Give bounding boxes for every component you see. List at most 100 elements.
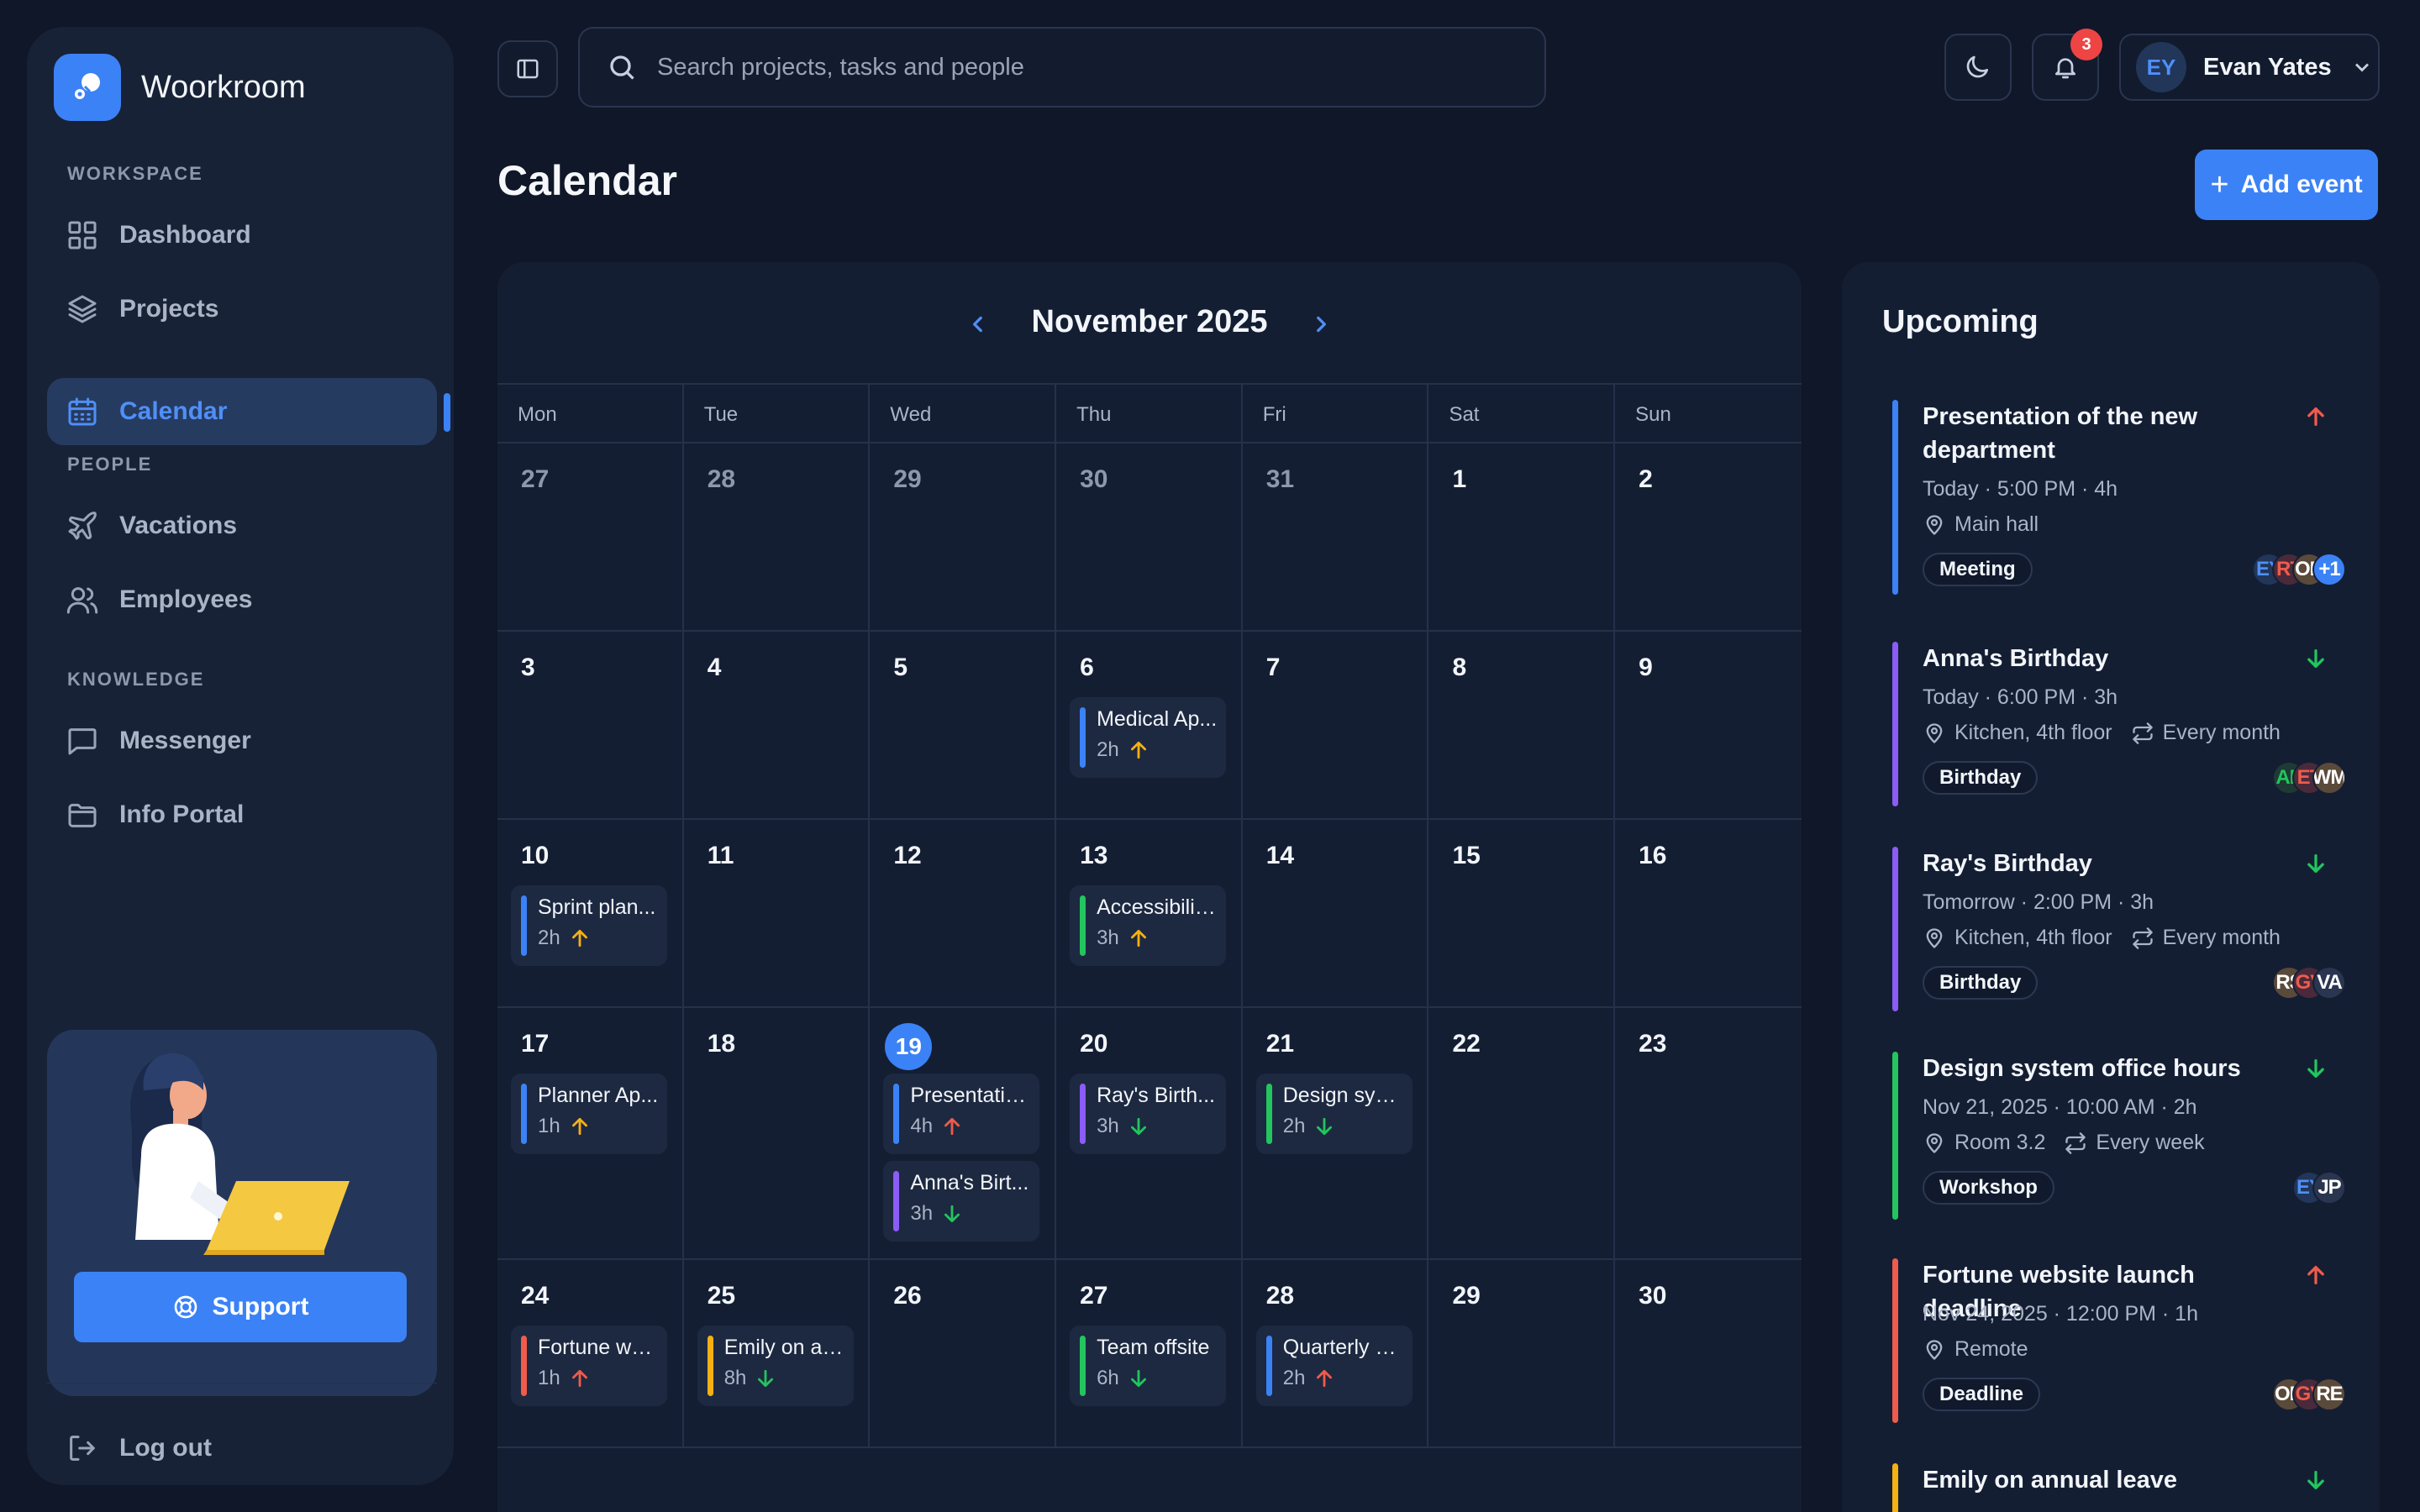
calendar-event[interactable]: Anna's Birt... 3h [883, 1161, 1040, 1242]
calendar-day-cell[interactable]: 15 [1428, 820, 1616, 1006]
event-repeat-label: Every month [2162, 926, 2281, 949]
next-month-button[interactable] [1302, 306, 1339, 343]
calendar-day-cell[interactable]: 28 Quarterly a... 2h [1243, 1260, 1429, 1446]
event-time: Nov 21, 2025 · 10:00 AM · 2h [1923, 1095, 2197, 1119]
section-label-knowledge: KNOWLEDGE [67, 669, 205, 690]
calendar-event[interactable]: Ray's Birth... 3h [1070, 1074, 1227, 1154]
calendar-event[interactable]: Sprint plan... 2h [511, 885, 667, 966]
search-input[interactable] [657, 53, 1497, 81]
sidebar-item-info-portal[interactable]: Info Portal [47, 781, 437, 848]
calendar-day-cell[interactable]: 17 Planner Ap... 1h [497, 1008, 684, 1258]
calendar-day-cell[interactable]: 25 Emily on an... 8h [684, 1260, 871, 1446]
sidebar-item-vacations[interactable]: Vacations [47, 492, 437, 559]
brand[interactable]: Woorkroom [54, 54, 306, 121]
calendar-day-cell[interactable]: 8 [1428, 632, 1616, 818]
calendar-day-cell[interactable]: 30 [1056, 444, 1243, 630]
attendee-avatars[interactable]: EY JP [2292, 1171, 2346, 1205]
calendar-header: November 2025 [497, 262, 1802, 383]
sidebar-item-calendar[interactable]: Calendar [47, 378, 437, 445]
calendar-day-cell[interactable]: 16 [1615, 820, 1802, 1006]
calendar-event[interactable]: Quarterly a... 2h [1255, 1326, 1413, 1406]
calendar-day-cell[interactable]: 28 [684, 444, 871, 630]
calendar-day-cell[interactable]: 14 [1243, 820, 1429, 1006]
user-menu[interactable]: EY Evan Yates [2119, 34, 2380, 101]
calendar-day-cell[interactable]: 11 [684, 820, 871, 1006]
calendar-day-cell[interactable]: 7 [1243, 632, 1429, 818]
calendar-day-cell[interactable]: 10 Sprint plan... 2h [497, 820, 684, 1006]
event-meta: 3h [910, 1202, 1031, 1226]
event-color-bar [1892, 847, 1898, 1011]
event-duration: 4h [910, 1115, 934, 1137]
location-pin-icon [1926, 1339, 1943, 1360]
attendee-avatars[interactable]: EY RT OD +1 [2252, 553, 2346, 586]
calendar-week-row: 24 Fortune we... 1h 25 Emily on an... 8h 26 27 T… [497, 1260, 1802, 1448]
location-pin-icon [1926, 514, 1943, 535]
calendar-day-cell[interactable]: 18 [684, 1008, 871, 1258]
attendee-avatars[interactable]: RS GV VA [2272, 966, 2346, 1000]
calendar-event[interactable]: Design syst... 2h [1255, 1074, 1413, 1154]
day-number: 8 [1452, 654, 1467, 681]
calendar-day-cell[interactable]: 27 Team offsite 6h [1056, 1260, 1243, 1446]
calendar-day-cell[interactable]: 27 [497, 444, 684, 630]
event-meta: 4h [910, 1115, 1031, 1138]
calendar-day-cell[interactable]: 12 [870, 820, 1057, 1006]
priority-up-icon [944, 1117, 960, 1136]
sidebar-item-employees[interactable]: Employees [47, 566, 437, 633]
calendar-day-cell[interactable]: 3 [497, 632, 684, 818]
calendar-day-cell[interactable]: 22 [1428, 1008, 1616, 1258]
sidebar-item-messenger[interactable]: Messenger [47, 707, 437, 774]
calendar-day-cell[interactable]: 6 Medical Ap... 2h [1056, 632, 1243, 818]
calendar-day-cell[interactable]: 19 Presentatio... 4h Anna's Birt... 3h [870, 1008, 1057, 1258]
support-button[interactable]: Support [74, 1272, 407, 1342]
priority-up-icon [571, 1369, 587, 1388]
sidebar-item-projects[interactable]: Projects [47, 276, 437, 343]
calendar-day-cell[interactable]: 23 [1615, 1008, 1802, 1258]
calendar-event[interactable]: Emily on an... 8h [697, 1326, 854, 1406]
logout-button[interactable]: Log out [66, 1431, 212, 1465]
upcoming-event[interactable]: Ray's Birthday Tomorrow · 2:00 PM · 3h Kit… [1892, 847, 2346, 1011]
calendar-day-cell[interactable]: 1 [1428, 444, 1616, 630]
attendee-avatars[interactable]: AP ET WM [2272, 761, 2346, 795]
upcoming-event[interactable]: Design system office hours Nov 21, 2025 ·… [1892, 1052, 2346, 1220]
calendar-day-cell[interactable]: 26 [870, 1260, 1057, 1446]
folder-icon [68, 803, 97, 827]
event-color-bar [1080, 1336, 1086, 1396]
calendar-day-cell[interactable]: 20 Ray's Birth... 3h [1056, 1008, 1243, 1258]
calendar-day-cell[interactable]: 13 Accessibilit... 3h [1056, 820, 1243, 1006]
calendar-day-cell[interactable]: 30 [1615, 1260, 1802, 1446]
sidebar-toggle-button[interactable] [497, 40, 558, 97]
calendar-day-cell[interactable]: 5 [870, 632, 1057, 818]
calendar-event[interactable]: Planner Ap... 1h [511, 1074, 667, 1154]
priority-up-icon [571, 929, 587, 948]
event-title: Emily on annual leave [1923, 1467, 2177, 1494]
calendar-day-cell[interactable]: 29 [870, 444, 1057, 630]
attendee-avatars[interactable]: OD GV RE [2272, 1378, 2346, 1411]
calendar-day-cell[interactable]: 31 [1243, 444, 1429, 630]
calendar-day-cell[interactable]: 2 [1615, 444, 1802, 630]
calendar-day-cell[interactable]: 29 [1428, 1260, 1616, 1446]
calendar-day-cell[interactable]: 9 [1615, 632, 1802, 818]
calendar-event[interactable]: Team offsite 6h [1070, 1326, 1227, 1406]
calendar-day-cell[interactable]: 21 Design syst... 2h [1243, 1008, 1429, 1258]
upcoming-event[interactable]: Anna's Birthday Today · 6:00 PM · 3h Kitch… [1892, 642, 2346, 806]
calendar-event[interactable]: Accessibilit... 3h [1070, 885, 1227, 966]
day-number: 9 [1639, 654, 1653, 681]
calendar-day-cell[interactable]: 24 Fortune we... 1h [497, 1260, 684, 1446]
calendar-event[interactable]: Fortune we... 1h [511, 1326, 667, 1406]
search-bar[interactable] [578, 27, 1546, 108]
calendar-event[interactable]: Medical Ap... 2h [1070, 697, 1227, 778]
add-event-button[interactable]: + Add event [2195, 150, 2378, 220]
upcoming-event[interactable]: Fortune website launch deadline Nov 24, 2… [1892, 1258, 2346, 1423]
sidebar-item-dashboard[interactable]: Dashboard [47, 202, 437, 269]
event-color-bar [1892, 642, 1898, 806]
upcoming-event[interactable]: Presentation of the new department Today … [1892, 400, 2346, 595]
event-meta: 2h [538, 927, 659, 950]
calendar-week-row: 3 4 5 6 Medical Ap... 2h 7 8 9 [497, 632, 1802, 820]
upcoming-event[interactable]: Emily on annual leave [1892, 1463, 2346, 1512]
day-number: 23 [1639, 1030, 1667, 1058]
event-location: Kitchen, 4th floor [1954, 721, 2112, 744]
calendar-day-cell[interactable]: 4 [684, 632, 871, 818]
calendar-event[interactable]: Presentatio... 4h [883, 1074, 1040, 1154]
event-location-row: Room 3.2 Every week [1923, 1131, 2205, 1155]
theme-toggle-button[interactable] [1944, 34, 2012, 101]
